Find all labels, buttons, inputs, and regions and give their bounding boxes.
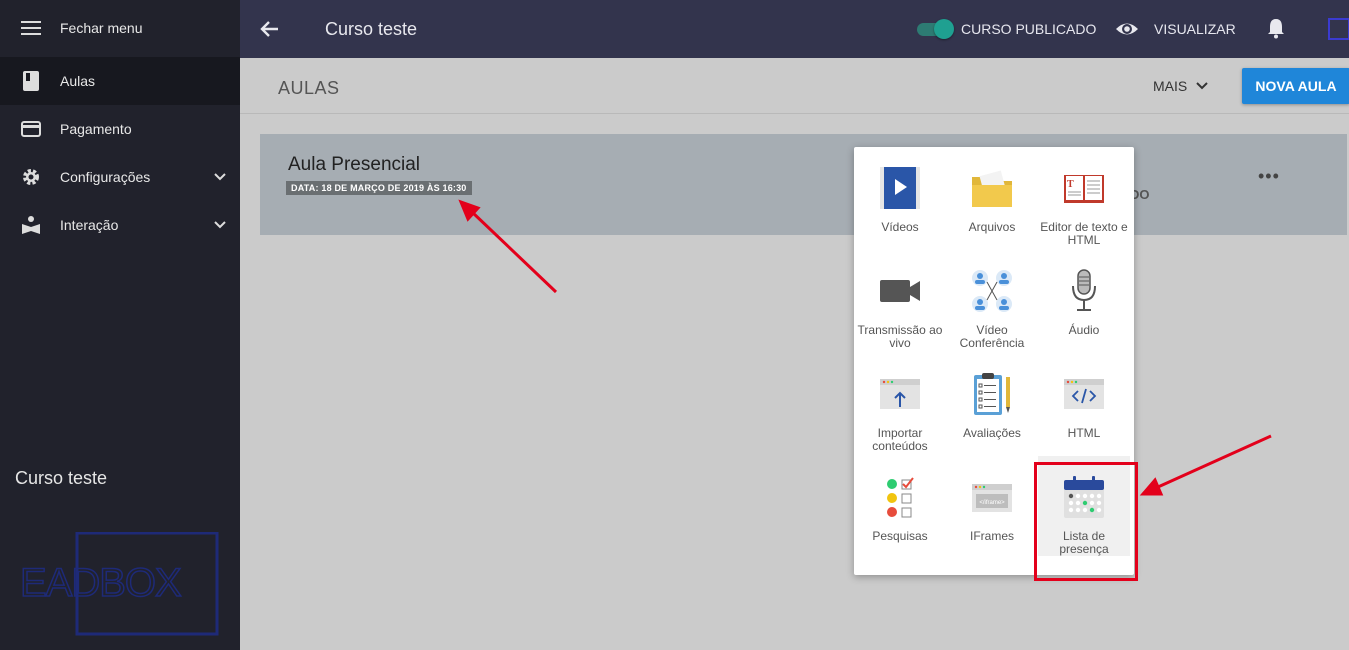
option-label: Vídeos: [881, 220, 919, 234]
back-arrow-icon[interactable]: [258, 17, 282, 41]
sidebar-item-label: Fechar menu: [60, 20, 143, 36]
sidebar-item-interacao[interactable]: Interação: [0, 201, 240, 249]
reader-icon: [20, 214, 42, 236]
video-icon: [878, 165, 922, 211]
option-assessments[interactable]: Avaliações: [946, 353, 1038, 453]
import-icon: [878, 371, 922, 417]
bell-icon[interactable]: [1264, 16, 1288, 40]
published-label: CURSO PUBLICADO: [961, 21, 1097, 37]
section-title: AULAS: [278, 78, 340, 98]
option-label: Pesquisas: [872, 529, 928, 543]
sidebar-item-pagamento[interactable]: Pagamento: [0, 105, 240, 153]
eadbox-logo: EADBOX: [19, 531, 220, 636]
conference-icon: [970, 268, 1014, 314]
option-arquivos[interactable]: Arquivos: [946, 147, 1038, 247]
option-label: Vídeo Conferência: [959, 323, 1025, 350]
microphone-icon: [1062, 268, 1106, 314]
option-iframes[interactable]: </iframe> IFrames: [946, 456, 1038, 556]
option-video-conference[interactable]: Vídeo Conferência: [946, 250, 1038, 350]
eye-icon[interactable]: [1115, 18, 1139, 40]
svg-text:</iframe>: </iframe>: [979, 500, 1005, 506]
logo-text: EADBOX: [20, 561, 181, 605]
option-label: Transmissão ao vivo: [857, 323, 943, 350]
sidebar-item-label: Aulas: [60, 73, 96, 89]
sidebar-item-label: Configurações: [60, 169, 151, 185]
option-label: Arquivos: [968, 220, 1016, 234]
lesson-card[interactable]: Aula Presencial DATA: 18 DE MARÇO DE 201…: [260, 134, 1347, 235]
iframe-icon: </iframe>: [970, 474, 1014, 520]
lesson-title: Aula Presencial: [288, 154, 421, 175]
credit-card-icon: [20, 118, 42, 140]
text-editor-icon: T: [1062, 165, 1106, 211]
hamburger-icon: [20, 17, 42, 39]
book-icon: [20, 70, 42, 92]
top-header: Curso teste CURSO PUBLICADO VISUALIZAR: [240, 0, 1349, 58]
user-menu-icon[interactable]: [1328, 18, 1349, 40]
sidebar-item-aulas[interactable]: Aulas: [0, 57, 240, 105]
chevron-down-icon: [212, 217, 228, 233]
folder-icon: [970, 165, 1014, 211]
option-label: IFrames: [969, 529, 1014, 543]
camera-icon: [878, 268, 922, 314]
option-label: Importar conteúdos: [872, 426, 928, 453]
sidebar-item-configuracoes[interactable]: Configurações: [0, 153, 240, 201]
chevron-down-icon: [212, 169, 228, 185]
option-import[interactable]: Importar conteúdos: [854, 353, 946, 453]
sidebar-course-name: Curso teste: [15, 468, 108, 488]
page-title: Curso teste: [325, 19, 418, 39]
html-code-icon: [1062, 371, 1106, 417]
more-options-icon[interactable]: •••: [1258, 166, 1280, 187]
sidebar-item-close-menu[interactable]: Fechar menu: [0, 4, 240, 52]
clipboard-icon: [970, 371, 1014, 417]
option-label: Áudio: [1068, 323, 1100, 337]
published-toggle[interactable]: [917, 19, 954, 39]
option-text-editor[interactable]: T Editor de texto e HTML: [1038, 147, 1130, 247]
option-live-stream[interactable]: Transmissão ao vivo: [854, 250, 946, 350]
option-audio[interactable]: Áudio: [1038, 250, 1130, 350]
sidebar: Fechar menu Aulas Pagamento Configuraçõe…: [0, 0, 240, 650]
more-dropdown[interactable]: MAIS: [1153, 78, 1209, 94]
option-label: Editor de texto e HTML: [1040, 220, 1128, 247]
annotation-highlight-box: [1034, 462, 1138, 581]
annotation-arrow-attendance: [1157, 434, 1272, 489]
chevron-down-icon: [1196, 82, 1208, 90]
lessons-toolbar: AULAS MAIS NOVA AULA: [240, 58, 1349, 114]
view-button[interactable]: VISUALIZAR: [1154, 21, 1236, 37]
option-label: Avaliações: [963, 426, 1021, 440]
svg-text:T: T: [1067, 179, 1074, 190]
option-surveys[interactable]: Pesquisas: [854, 456, 946, 556]
lesson-date-badge: DATA: 18 DE MARÇO DE 2019 ÀS 16:30: [286, 181, 472, 195]
survey-icon: [878, 474, 922, 520]
option-html[interactable]: HTML: [1038, 353, 1130, 453]
option-videos[interactable]: Vídeos: [854, 147, 946, 247]
sidebar-item-label: Interação: [60, 217, 119, 233]
sidebar-item-label: Pagamento: [60, 121, 132, 137]
option-label: HTML: [1067, 426, 1101, 440]
new-lesson-button[interactable]: NOVA AULA: [1242, 68, 1349, 104]
gear-icon: [20, 166, 42, 188]
more-label: MAIS: [1153, 78, 1188, 94]
